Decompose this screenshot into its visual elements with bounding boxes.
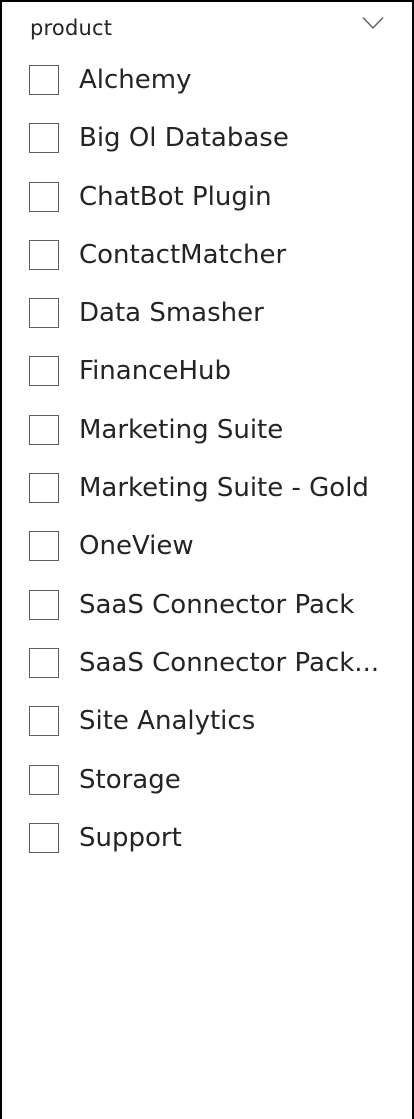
slicer-header: product (2, 2, 412, 58)
slicer-item-label: Marketing Suite (79, 414, 284, 445)
checkbox[interactable] (29, 531, 59, 562)
slicer-item[interactable]: Alchemy (2, 52, 412, 110)
slicer-item[interactable]: Storage (2, 752, 412, 810)
slicer-item-label: Site Analytics (79, 706, 256, 737)
slicer-item[interactable]: SaaS Connector Pack... (2, 635, 412, 693)
checkbox[interactable] (29, 181, 59, 212)
checkbox[interactable] (29, 123, 59, 154)
slicer-item-label: ChatBot Plugin (79, 181, 272, 212)
checkbox[interactable] (29, 298, 59, 329)
slicer-item-label: FinanceHub (79, 356, 232, 387)
slicer-item[interactable]: Marketing Suite - Gold (2, 460, 412, 518)
checkbox[interactable] (29, 239, 59, 270)
slicer-item[interactable]: SaaS Connector Pack (2, 577, 412, 635)
checkbox[interactable] (29, 473, 59, 504)
checkbox[interactable] (29, 706, 59, 737)
slicer-item[interactable]: FinanceHub (2, 343, 412, 401)
slicer-item[interactable]: ContactMatcher (2, 227, 412, 285)
slicer-item-label: Data Smasher (79, 298, 264, 329)
slicer-item-list: Alchemy Big Ol Database ChatBot Plugin C… (2, 52, 412, 868)
slicer-item-label: ContactMatcher (79, 239, 287, 270)
slicer-item-label: Storage (79, 764, 181, 795)
checkbox[interactable] (29, 65, 59, 95)
slicer-item[interactable]: Big Ol Database (2, 110, 412, 168)
slicer-item[interactable]: Marketing Suite (2, 402, 412, 460)
slicer-title: product (30, 16, 113, 40)
slicer-item[interactable]: Data Smasher (2, 285, 412, 343)
slicer-item-label: SaaS Connector Pack (79, 589, 355, 620)
slicer-item-label: Support (79, 822, 182, 853)
checkbox[interactable] (29, 822, 59, 853)
chevron-down-icon[interactable] (362, 16, 384, 30)
checkbox[interactable] (29, 764, 59, 795)
slicer-item[interactable]: OneView (2, 518, 412, 576)
slicer-item-label: OneView (79, 531, 194, 562)
product-slicer: product Alchemy Big Ol Database ChatBot … (0, 0, 414, 1119)
checkbox[interactable] (29, 647, 59, 678)
slicer-item-label: Big Ol Database (79, 123, 289, 154)
checkbox[interactable] (29, 414, 59, 445)
checkbox[interactable] (29, 356, 59, 387)
slicer-item[interactable]: Site Analytics (2, 693, 412, 751)
slicer-item[interactable]: ChatBot Plugin (2, 169, 412, 227)
slicer-item[interactable]: Support (2, 810, 412, 868)
slicer-item-label: Marketing Suite - Gold (79, 473, 369, 504)
checkbox[interactable] (29, 589, 59, 620)
slicer-item-label: Alchemy (79, 65, 192, 95)
slicer-item-label: SaaS Connector Pack... (79, 647, 380, 678)
